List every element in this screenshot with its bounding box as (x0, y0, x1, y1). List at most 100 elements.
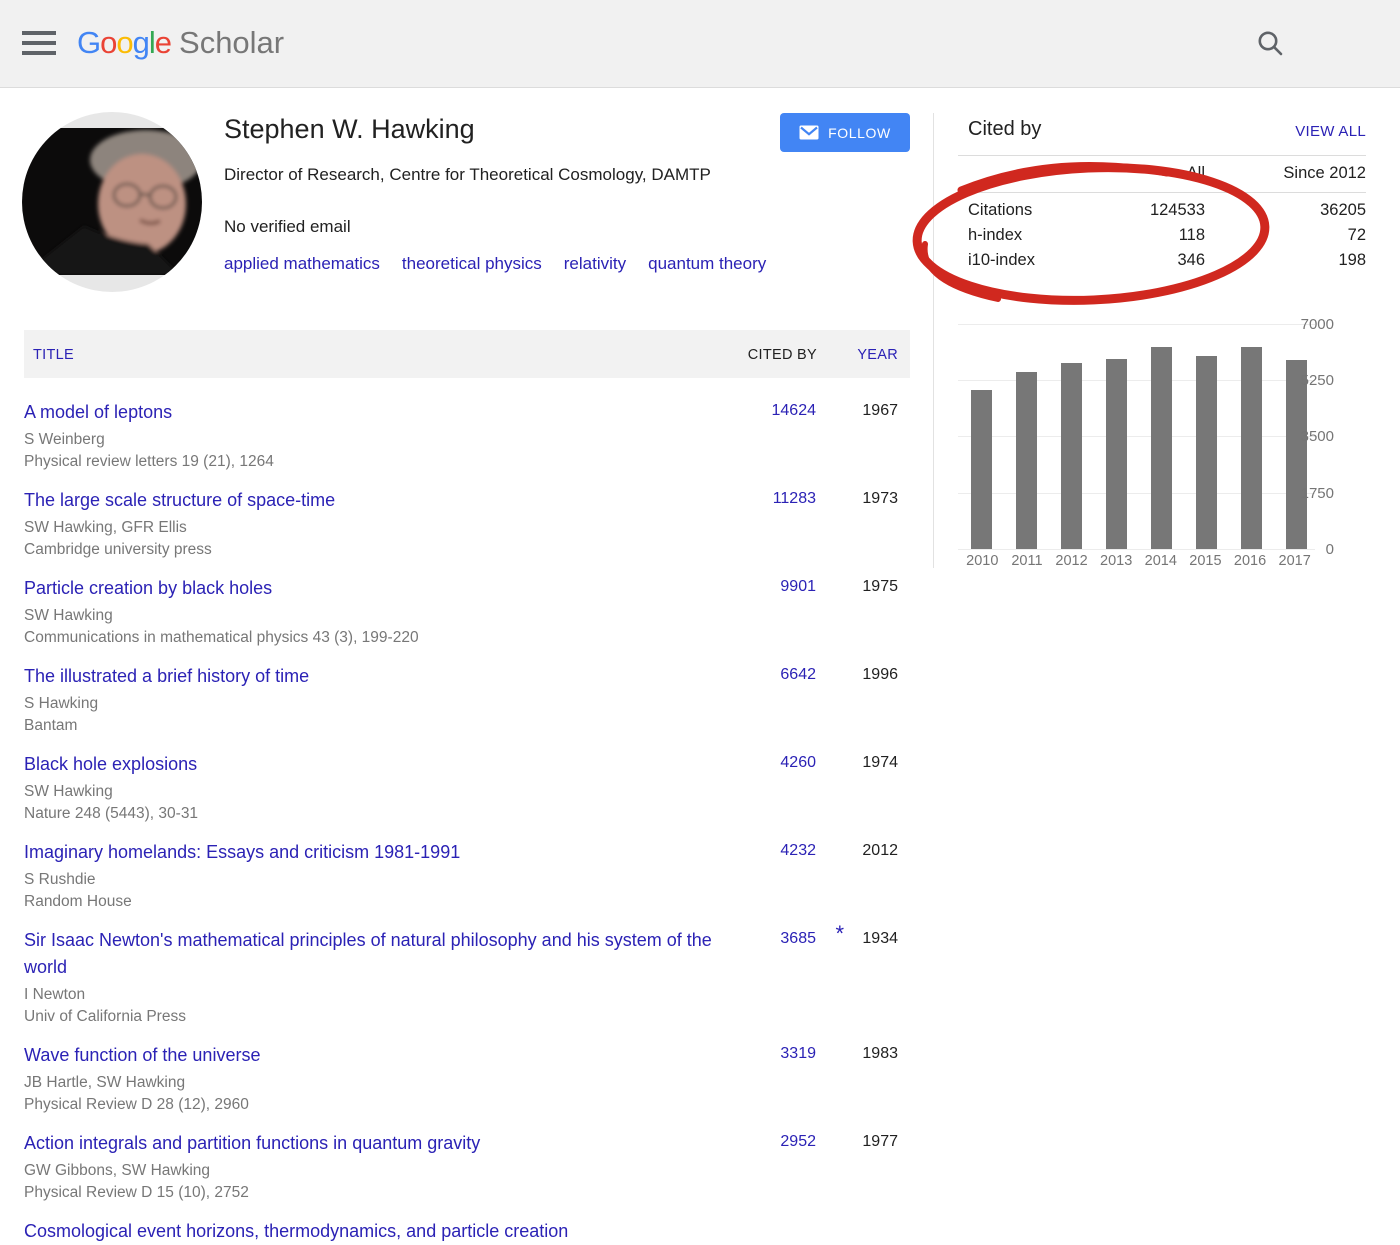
envelope-icon (799, 125, 819, 140)
publication-title-link[interactable]: Black hole explosions (24, 751, 744, 778)
cited-by-count-link[interactable]: 11283 (773, 490, 816, 508)
logo-letter: o (116, 25, 132, 60)
metric-value-since: 72 (1348, 226, 1366, 245)
publication-title-link[interactable]: Particle creation by black holes (24, 575, 744, 602)
chart-bar (1196, 356, 1217, 549)
x-tick: 2011 (1005, 553, 1050, 569)
publication-venue: Communications in mathematical physics 4… (24, 627, 910, 649)
profile-name: Stephen W. Hawking (224, 114, 475, 145)
publication-row-clipped: Cosmological event horizons, thermodynam… (24, 1221, 910, 1245)
publication-venue: Univ of California Press (24, 1006, 910, 1028)
google-scholar-logo[interactable]: GoogleScholar (77, 25, 284, 61)
chart-bar (1061, 363, 1082, 549)
publication-year: 1996 (862, 666, 898, 684)
publication-authors: I Newton (24, 984, 910, 1006)
publication-row: Sir Isaac Newton's mathematical principl… (24, 930, 910, 1028)
x-tick: 2016 (1228, 553, 1273, 569)
publication-venue: Random House (24, 891, 910, 913)
chart-bar (1241, 347, 1262, 549)
interest-link[interactable]: quantum theory (648, 254, 766, 273)
publications-list: A model of leptons S Weinberg Physical r… (24, 378, 910, 1230)
publication-authors: SW Hawking (24, 781, 910, 803)
publication-row: Wave function of the universe JB Hartle,… (24, 1045, 910, 1116)
chart-x-axis: 2010 2011 2012 2013 2014 2015 2016 2017 (960, 553, 1317, 569)
publication-title-link[interactable]: The large scale structure of space-time (24, 487, 744, 514)
citations-chart: 2010 2011 2012 2013 2014 2015 2016 2017 … (958, 324, 1366, 549)
sort-by-year-header[interactable]: YEAR (857, 347, 898, 363)
menu-icon[interactable] (22, 31, 56, 57)
logo-letter: g (133, 25, 149, 60)
chart-bar (1016, 372, 1037, 549)
follow-label: FOLLOW (828, 125, 891, 141)
publication-year: 2012 (862, 842, 898, 860)
cited-by-count-link[interactable]: 3319 (780, 1045, 816, 1063)
publication-title-link[interactable]: Imaginary homelands: Essays and criticis… (24, 839, 744, 866)
sort-by-title-header[interactable]: TITLE (33, 347, 74, 363)
publication-title-link[interactable]: Cosmological event horizons, thermodynam… (24, 1218, 744, 1245)
logo-scholar-text: Scholar (179, 25, 284, 60)
chart-bar (971, 390, 992, 549)
publication-year: 1967 (862, 402, 898, 420)
red-circle-annotation-icon (903, 146, 1279, 312)
publication-row: The large scale structure of space-time … (24, 490, 910, 561)
cited-by-count-link[interactable]: 14624 (772, 402, 817, 420)
publication-row: A model of leptons S Weinberg Physical r… (24, 402, 910, 473)
publication-title-link[interactable]: A model of leptons (24, 399, 744, 426)
publication-authors: GW Gibbons, SW Hawking (24, 1160, 910, 1182)
interest-link[interactable]: applied mathematics (224, 254, 380, 273)
publication-year: 1983 (862, 1045, 898, 1063)
publications-table-header: TITLE CITED BY YEAR (24, 330, 910, 378)
x-tick: 2013 (1094, 553, 1139, 569)
publication-title-link[interactable]: The illustrated a brief history of time (24, 663, 744, 690)
cited-by-heading: Cited by (968, 118, 1041, 141)
divider (958, 155, 1366, 156)
interest-link[interactable]: relativity (564, 254, 626, 273)
x-tick: 2012 (1049, 553, 1094, 569)
follow-button[interactable]: FOLLOW (780, 113, 910, 152)
publication-venue: Physical Review D 15 (10), 2752 (24, 1182, 910, 1204)
metric-value-all: 124533 (1150, 201, 1205, 220)
y-tick: 5250 (1274, 372, 1334, 389)
publication-year: 1934 (862, 930, 898, 948)
publication-authors: JB Hartle, SW Hawking (24, 1072, 910, 1094)
metric-value-all: 118 (1179, 226, 1205, 245)
metric-label: Citations (968, 201, 1032, 220)
logo-letter: G (77, 25, 100, 60)
publication-authors: S Rushdie (24, 869, 910, 891)
publication-venue: Physical review letters 19 (21), 1264 (24, 451, 910, 473)
portrait-image (22, 128, 202, 275)
publication-row: Black hole explosions SW Hawking Nature … (24, 754, 910, 825)
logo-letter: o (100, 25, 116, 60)
publication-year: 1977 (862, 1133, 898, 1151)
interest-link[interactable]: theoretical physics (402, 254, 542, 273)
x-tick: 2015 (1183, 553, 1228, 569)
publication-authors: SW Hawking (24, 605, 910, 627)
chart-bar (1151, 347, 1172, 549)
col-header-since: Since 2012 (1283, 164, 1366, 183)
publication-row: Action integrals and partition functions… (24, 1133, 910, 1204)
cited-by-count-link[interactable]: 4232 (780, 842, 816, 860)
cited-by-count-link[interactable]: 3685 (780, 930, 816, 948)
cited-by-count-link[interactable]: 6642 (780, 666, 816, 684)
view-all-link[interactable]: VIEW ALL (1295, 123, 1366, 140)
cited-by-count-link[interactable]: 4260 (780, 754, 816, 772)
publication-year: 1975 (862, 578, 898, 596)
y-tick: 1750 (1274, 485, 1334, 502)
metric-label: h-index (968, 226, 1022, 245)
app-header: GoogleScholar (0, 0, 1400, 88)
merged-citations-star-icon: * (835, 921, 844, 947)
publication-title-link[interactable]: Sir Isaac Newton's mathematical principl… (24, 927, 744, 981)
publication-authors: SW Hawking, GFR Ellis (24, 517, 910, 539)
x-tick: 2014 (1139, 553, 1184, 569)
x-tick: 2010 (960, 553, 1005, 569)
publication-title-link[interactable]: Action integrals and partition functions… (24, 1130, 744, 1157)
metric-value-since: 198 (1338, 251, 1366, 270)
y-tick: 0 (1274, 541, 1334, 558)
cited-by-count-link[interactable]: 2952 (780, 1133, 816, 1151)
search-icon[interactable] (1254, 28, 1286, 60)
publication-title-link[interactable]: Wave function of the universe (24, 1042, 744, 1069)
sort-by-cited-header[interactable]: CITED BY (748, 347, 817, 363)
profile-email-status: No verified email (224, 217, 351, 237)
cited-by-count-link[interactable]: 9901 (780, 578, 816, 596)
publication-authors: S Weinberg (24, 429, 910, 451)
